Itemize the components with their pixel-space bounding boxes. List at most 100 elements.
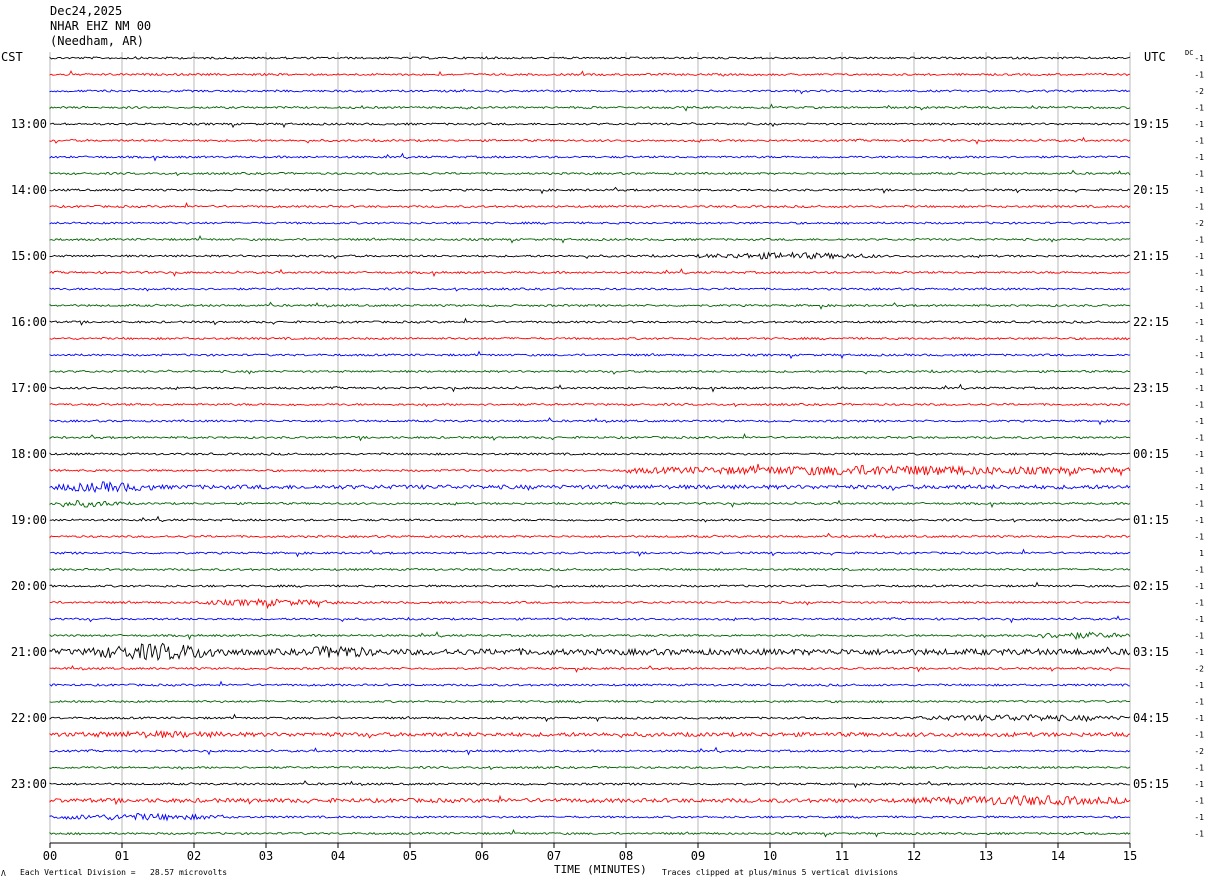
right-hour-label: 02:15 — [1133, 579, 1169, 593]
dc-offset-value: -1 — [1194, 285, 1204, 294]
dc-offset-value: -1 — [1194, 269, 1204, 278]
trace-row — [49, 383, 1131, 393]
trace-row — [49, 169, 1131, 177]
trace-row — [49, 121, 1131, 129]
left-hour-label: 18:00 — [11, 447, 47, 461]
dc-offset-value: -1 — [1194, 368, 1204, 377]
dc-offset-value: -1 — [1194, 450, 1204, 459]
trace-row — [49, 417, 1131, 426]
x-tick-label: 00 — [43, 849, 57, 863]
dc-offset-value: -1 — [1194, 54, 1204, 63]
dc-offset-value: -1 — [1194, 698, 1204, 707]
dc-offset-value: -1 — [1194, 615, 1204, 624]
trace-row — [49, 765, 1131, 771]
trace-row — [49, 152, 1131, 162]
clip-note: Traces clipped at plus/minus 5 vertical … — [662, 868, 899, 877]
trace-row — [49, 301, 1131, 310]
dc-offset-value: -1 — [1194, 632, 1204, 641]
trace-row — [49, 317, 1131, 326]
x-tick-label: 02 — [187, 849, 201, 863]
dc-offset-value: -1 — [1194, 153, 1204, 162]
dc-offset-value: -1 — [1194, 351, 1204, 360]
left-hour-label: 20:00 — [11, 579, 47, 593]
dc-offset-value: -1 — [1194, 764, 1204, 773]
dc-offset-value: -1 — [1194, 203, 1204, 212]
x-tick-label: 11 — [835, 849, 849, 863]
trace-row — [49, 828, 1131, 838]
trace-row — [49, 598, 1131, 610]
trace-row — [49, 402, 1131, 408]
right-hour-label: 04:15 — [1133, 711, 1169, 725]
right-hour-label: 05:15 — [1133, 777, 1169, 791]
left-hour-label: 15:00 — [11, 249, 47, 263]
trace-row — [49, 499, 1131, 509]
dc-offset-value: -1 — [1194, 401, 1204, 410]
trace-row — [49, 432, 1131, 442]
axis-labels: 00 01 02 03 04 05 06 07 08 09 10 11 12 13 14 15 13:00 14:… — [11, 54, 1204, 863]
dc-offset-value: -1 — [1194, 731, 1204, 740]
dc-offset-value: -1 — [1194, 318, 1204, 327]
dc-offset-value: -1 — [1194, 417, 1204, 426]
x-tick-label: 13 — [979, 849, 993, 863]
helicorder-plot: 00 01 02 03 04 05 06 07 08 09 10 11 12 13 14 15 13:00 14:… — [11, 52, 1204, 863]
dc-offset-value: -1 — [1194, 483, 1204, 492]
dc-offset-value: -1 — [1194, 714, 1204, 723]
right-hour-label: 20:15 — [1133, 183, 1169, 197]
dc-offset-value: -1 — [1194, 599, 1204, 608]
trace-row — [49, 812, 1131, 822]
trace-row — [49, 713, 1131, 723]
trace-row — [49, 581, 1131, 588]
trace-row — [49, 186, 1131, 195]
trace-row — [49, 103, 1131, 112]
trace-row — [49, 463, 1131, 478]
right-hour-label: 19:15 — [1133, 117, 1169, 131]
trace-row — [49, 234, 1131, 244]
dc-offset-value: -1 — [1194, 137, 1204, 146]
dc-offset-value: -1 — [1194, 681, 1204, 690]
trace-row — [49, 794, 1131, 807]
dc-offset-value: -2 — [1194, 219, 1204, 228]
time-axis-title: TIME (MINUTES) — [554, 863, 647, 876]
trace-row — [49, 88, 1131, 95]
dc-offset-value: -1 — [1194, 582, 1204, 591]
dc-offset-value: -1 — [1194, 170, 1204, 179]
dc-offset-value: -1 — [1194, 236, 1204, 245]
x-tick-label: 14 — [1051, 849, 1065, 863]
trace-row — [49, 746, 1131, 756]
seismic-traces — [49, 55, 1131, 838]
dc-offset-value: -1 — [1194, 120, 1204, 129]
dc-offset-value: -1 — [1194, 516, 1204, 525]
trace-row — [49, 665, 1131, 673]
left-hour-label: 14:00 — [11, 183, 47, 197]
dc-offset-value: -1 — [1194, 780, 1204, 789]
vertical-division-note: Each Vertical Division = 28.57 microvolt… — [20, 868, 228, 877]
dc-offset-value: -1 — [1194, 71, 1204, 80]
dc-offset-value: -2 — [1194, 87, 1204, 96]
trace-row — [49, 251, 1131, 260]
dc-offset-value: -1 — [1194, 302, 1204, 311]
trace-row — [49, 631, 1131, 641]
x-tick-label: 05 — [403, 849, 417, 863]
x-tick-label: 10 — [763, 849, 777, 863]
x-tick-label: 12 — [907, 849, 921, 863]
right-hour-label: 21:15 — [1133, 249, 1169, 263]
dc-offset-value: -1 — [1194, 104, 1204, 113]
right-hour-label: 00:15 — [1133, 447, 1169, 461]
trace-row — [49, 567, 1131, 572]
trace-row — [49, 221, 1131, 225]
dc-offset-value: -2 — [1194, 747, 1204, 756]
dc-offset-value: -1 — [1194, 500, 1204, 509]
trace-row — [49, 350, 1131, 360]
right-hour-label: 22:15 — [1133, 315, 1169, 329]
dc-offset-value: -1 — [1194, 830, 1204, 839]
trace-row — [49, 336, 1130, 341]
trace-row — [49, 201, 1131, 209]
dc-offset-value: -1 — [1194, 186, 1204, 195]
time-grid — [49, 52, 1131, 848]
x-tick-label: 03 — [259, 849, 273, 863]
dc-offset-value: 1 — [1199, 549, 1204, 558]
dc-offset-value: -1 — [1194, 467, 1204, 476]
right-hour-label: 23:15 — [1133, 381, 1169, 395]
dc-offset-value: -1 — [1194, 648, 1204, 657]
x-tick-label: 07 — [547, 849, 561, 863]
